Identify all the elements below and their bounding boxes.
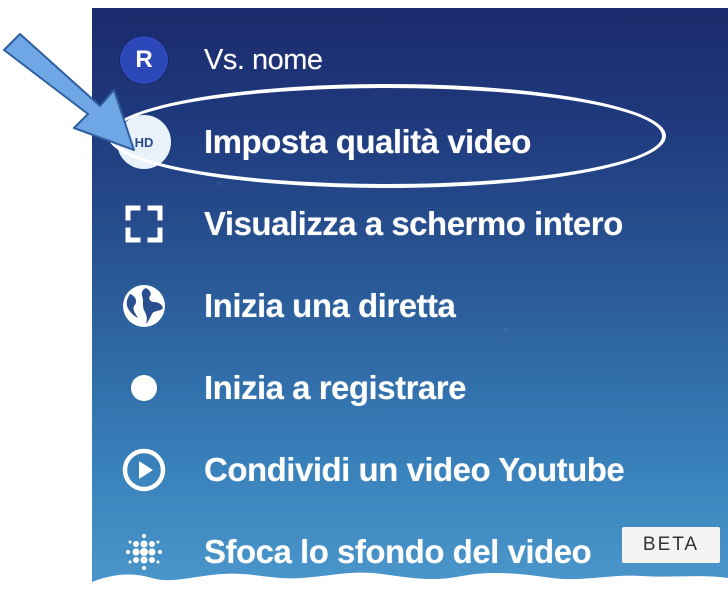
menu-item-label: Inizia a registrare <box>204 369 466 406</box>
avatar-icon-slot: R <box>114 30 174 90</box>
beta-badge: BETA <box>622 527 720 563</box>
menu-item-label: Inizia una diretta <box>204 287 456 324</box>
hd-icon-slot: HD <box>114 112 174 172</box>
menu-item-label: Condividi un video Youtube <box>204 451 625 488</box>
fullscreen-icon <box>125 205 163 243</box>
menu-item-start-live[interactable]: Inizia una diretta <box>92 268 728 344</box>
fullscreen-icon-slot <box>114 194 174 254</box>
menu-item-label: Visualizza a schermo intero <box>204 205 623 242</box>
screenshot-stage: R Vs. nome HD Imposta qualità video Visu… <box>0 0 728 594</box>
record-icon-slot <box>114 358 174 418</box>
avatar-icon: R <box>120 36 168 84</box>
menu-item-fullscreen[interactable]: Visualizza a schermo intero <box>92 186 728 262</box>
snow-decoration <box>92 572 728 594</box>
globe-icon <box>123 285 165 327</box>
menu-item-share-youtube[interactable]: Condividi un video Youtube <box>92 432 728 508</box>
record-icon <box>131 375 157 401</box>
globe-icon-slot <box>114 276 174 336</box>
menu-item-label: Imposta qualità video <box>204 123 531 160</box>
menu-item-start-recording[interactable]: Inizia a registrare <box>92 350 728 426</box>
hd-icon: HD <box>117 115 171 169</box>
meeting-options-menu: R Vs. nome HD Imposta qualità video Visu… <box>92 8 728 594</box>
menu-item-label: Vs. nome <box>204 43 323 76</box>
menu-item-video-quality[interactable]: HD Imposta qualità video <box>92 104 728 180</box>
menu-item-display-name[interactable]: R Vs. nome <box>92 22 728 98</box>
play-circle-icon-slot <box>114 440 174 500</box>
play-circle-icon <box>122 448 166 492</box>
